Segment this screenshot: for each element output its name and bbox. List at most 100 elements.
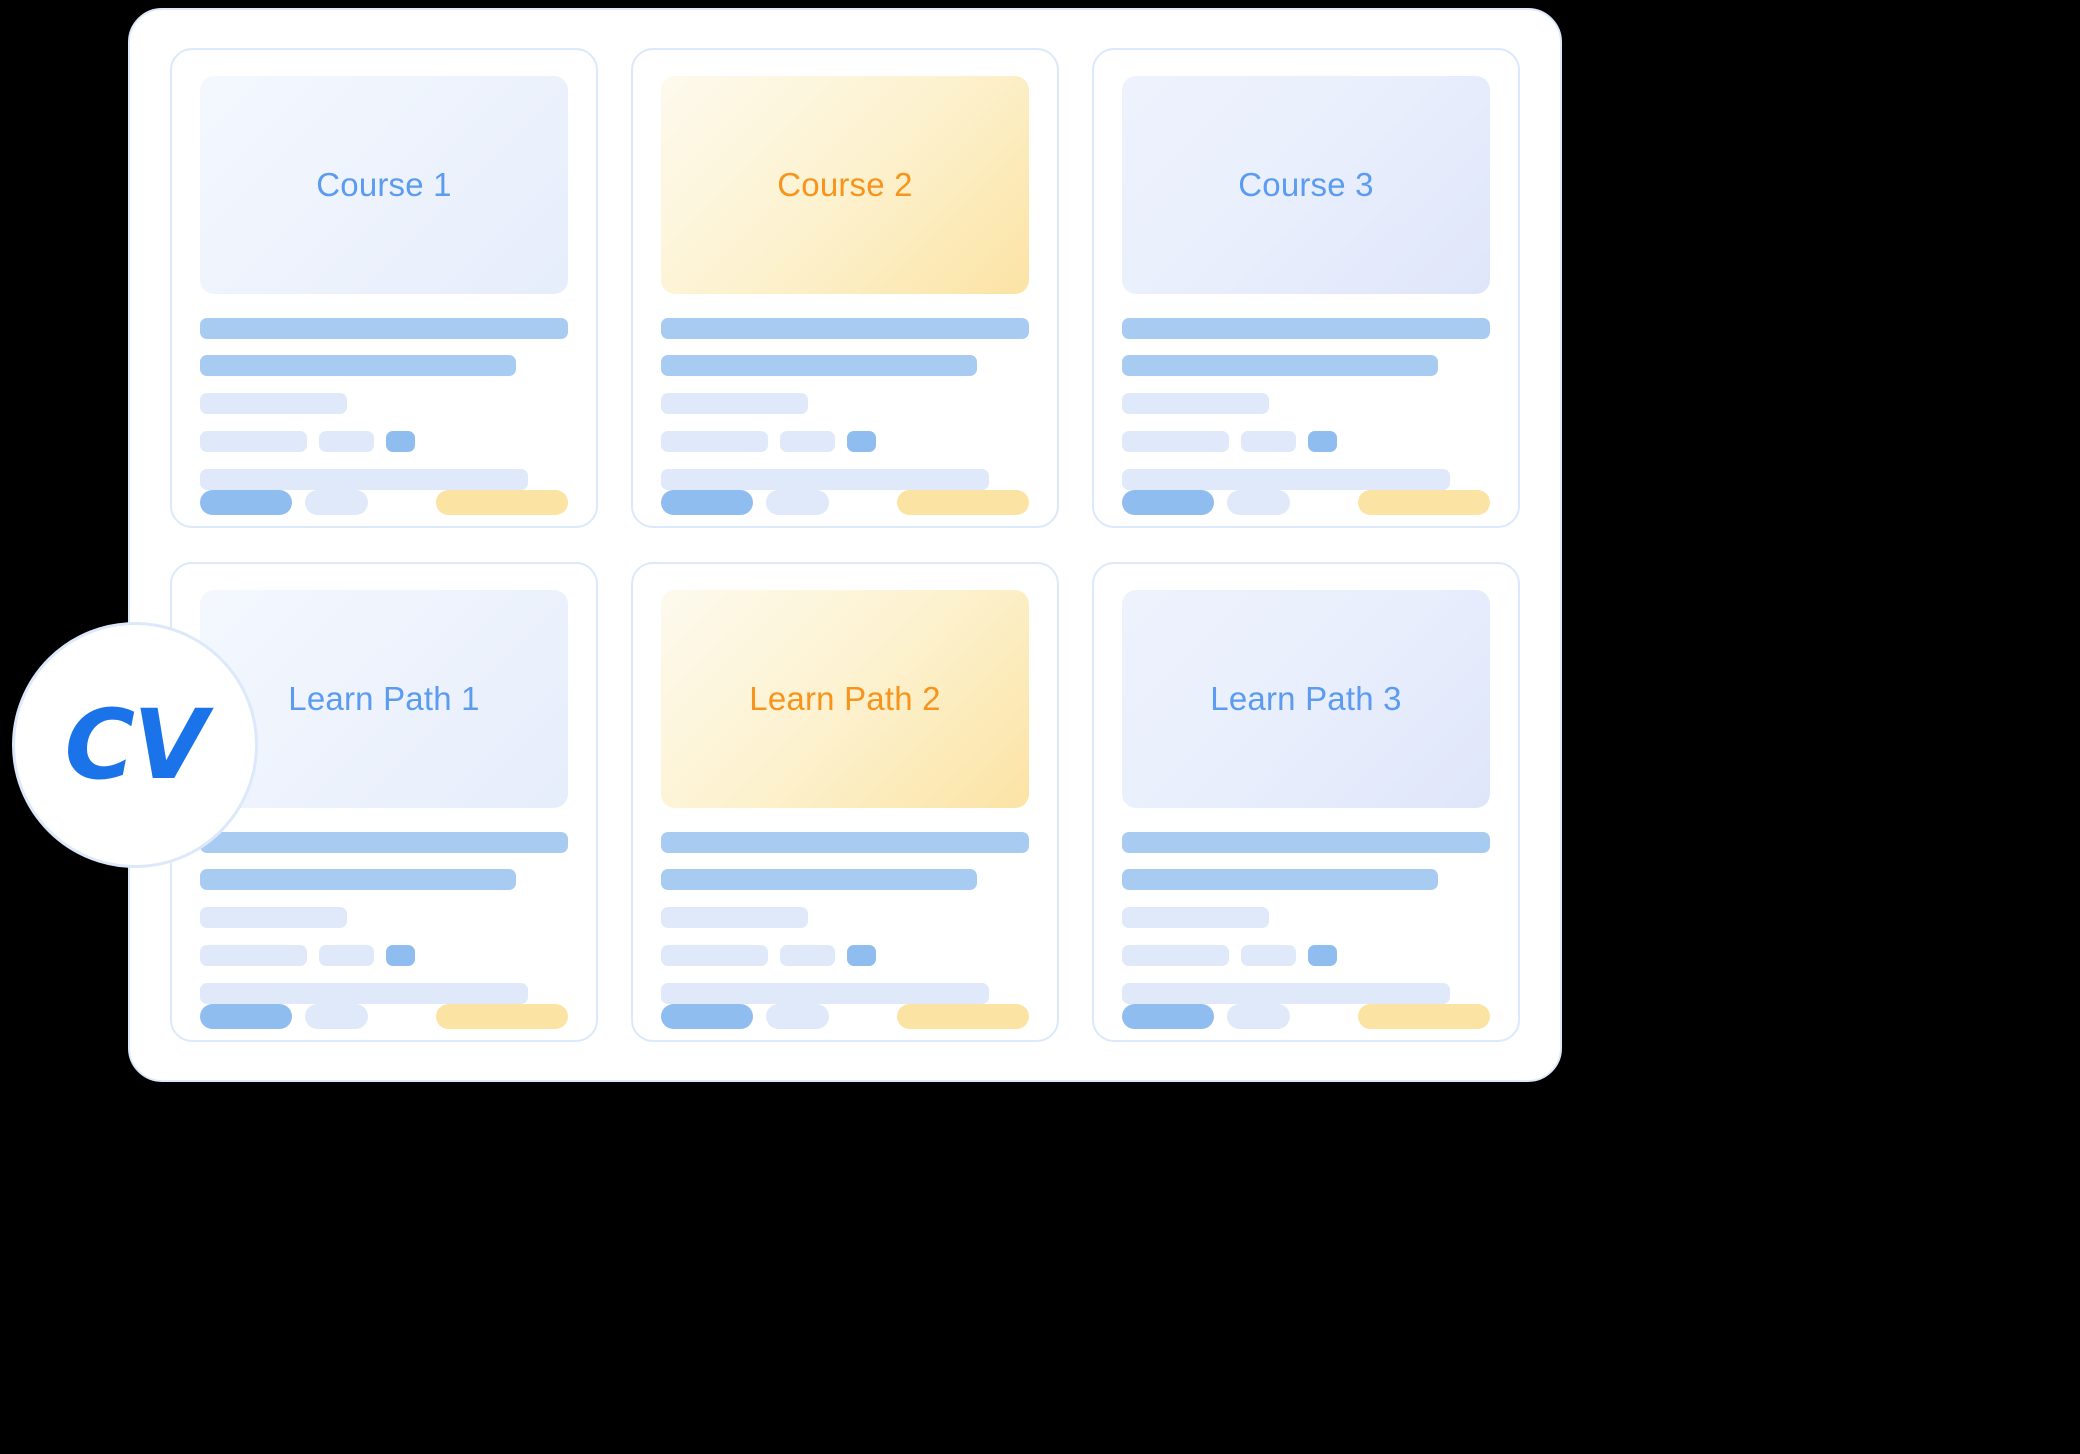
footer-pill-action[interactable] [896, 490, 1029, 515]
skeleton-bar [661, 832, 1029, 853]
skeleton-bar [661, 355, 978, 376]
learning-paths-row: Learn Path 1 Learn Path 2 Learn Path 3 [170, 562, 1520, 1042]
footer-pill-action[interactable] [435, 490, 568, 515]
skeleton-tag [661, 431, 768, 452]
skeleton-bar [661, 869, 978, 890]
skeleton-tag [846, 945, 877, 966]
footer-pill-secondary[interactable] [305, 490, 368, 515]
skeleton-tag-row [200, 945, 568, 966]
skeleton-bar [1122, 469, 1450, 490]
learning-path-thumbnail[interactable]: Learn Path 1 [200, 590, 568, 808]
skeleton-tag-row [1122, 431, 1490, 452]
skeleton-tag [779, 431, 835, 452]
skeleton-tag [200, 431, 307, 452]
skeleton-tag [318, 431, 374, 452]
course-title: Course 3 [1238, 166, 1374, 203]
skeleton-tag [661, 945, 768, 966]
footer-pill-primary[interactable] [1122, 490, 1214, 515]
footer-pill-action[interactable] [1357, 490, 1490, 515]
skeleton-tag [779, 945, 835, 966]
footer-pill-secondary[interactable] [766, 490, 829, 515]
skeleton-tag [846, 431, 877, 452]
course-card[interactable]: Course 2 [631, 48, 1059, 528]
footer-pill-action[interactable] [896, 1004, 1029, 1029]
skeleton-bar [1122, 869, 1439, 890]
skeleton-bar [661, 318, 1029, 339]
skeleton-bar [1122, 832, 1490, 853]
card-skeleton [200, 832, 568, 1029]
footer-pill-primary[interactable] [1122, 1004, 1214, 1029]
skeleton-tag [1307, 945, 1338, 966]
footer-pill-primary[interactable] [200, 1004, 292, 1029]
card-footer [200, 490, 568, 515]
course-title: Course 1 [316, 166, 452, 203]
card-footer [1122, 1004, 1490, 1029]
skeleton-bar [661, 983, 989, 1004]
learning-path-thumbnail[interactable]: Learn Path 3 [1122, 590, 1490, 808]
card-skeleton [1122, 832, 1490, 1029]
skeleton-tag [200, 945, 307, 966]
course-thumbnail[interactable]: Course 1 [200, 76, 568, 294]
learning-path-title: Learn Path 1 [288, 680, 480, 717]
skeleton-bar [1122, 355, 1439, 376]
skeleton-bar [200, 355, 517, 376]
footer-pill-secondary[interactable] [1227, 1004, 1290, 1029]
skeleton-bar [200, 318, 568, 339]
course-thumbnail[interactable]: Course 2 [661, 76, 1029, 294]
skeleton-bar [1122, 393, 1270, 414]
card-footer [661, 490, 1029, 515]
skeleton-tag-row [661, 431, 1029, 452]
card-footer [200, 1004, 568, 1029]
skeleton-bar [1122, 907, 1270, 928]
footer-pill-secondary[interactable] [766, 1004, 829, 1029]
skeleton-bar [661, 393, 809, 414]
footer-pill-primary[interactable] [661, 490, 753, 515]
footer-pill-primary[interactable] [200, 490, 292, 515]
course-title: Course 2 [777, 166, 913, 203]
cv-logo-text: CV [64, 689, 208, 801]
skeleton-tag [385, 431, 416, 452]
card-footer [661, 1004, 1029, 1029]
card-skeleton [661, 832, 1029, 1029]
skeleton-bar [200, 469, 528, 490]
skeleton-bar [661, 907, 809, 928]
learning-path-thumbnail[interactable]: Learn Path 2 [661, 590, 1029, 808]
footer-pill-secondary[interactable] [305, 1004, 368, 1029]
footer-pill-action[interactable] [435, 1004, 568, 1029]
skeleton-tag [1122, 431, 1229, 452]
skeleton-tag-row [200, 431, 568, 452]
skeleton-bar [200, 869, 517, 890]
skeleton-bar [200, 393, 348, 414]
skeleton-tag-row [661, 945, 1029, 966]
skeleton-tag [318, 945, 374, 966]
card-skeleton [661, 318, 1029, 515]
card-skeleton [200, 318, 568, 515]
card-footer [1122, 490, 1490, 515]
course-card[interactable]: Course 3 [1092, 48, 1520, 528]
learning-path-title: Learn Path 3 [1210, 680, 1402, 717]
footer-pill-action[interactable] [1357, 1004, 1490, 1029]
skeleton-tag [1122, 945, 1229, 966]
skeleton-bar [200, 983, 528, 1004]
learning-path-title: Learn Path 2 [749, 680, 941, 717]
brand-logo-badge[interactable]: CV [12, 622, 258, 868]
skeleton-tag [385, 945, 416, 966]
learning-path-card[interactable]: Learn Path 3 [1092, 562, 1520, 1042]
course-card[interactable]: Course 1 [170, 48, 598, 528]
skeleton-bar [200, 907, 348, 928]
skeleton-bar [1122, 983, 1450, 1004]
learning-path-card[interactable]: Learn Path 2 [631, 562, 1059, 1042]
skeleton-bar [1122, 318, 1490, 339]
courses-row: Course 1 Course 2 Course 3 [170, 48, 1520, 528]
skeleton-tag [1307, 431, 1338, 452]
skeleton-bar [661, 469, 989, 490]
screenshot-stage: Course 1 Course 2 Course 3 Learn Path 1 … [0, 0, 2080, 1454]
skeleton-tag [1240, 945, 1296, 966]
footer-pill-secondary[interactable] [1227, 490, 1290, 515]
skeleton-tag-row [1122, 945, 1490, 966]
course-thumbnail[interactable]: Course 3 [1122, 76, 1490, 294]
skeleton-bar [200, 832, 568, 853]
content-panel: Course 1 Course 2 Course 3 Learn Path 1 … [128, 8, 1562, 1082]
footer-pill-primary[interactable] [661, 1004, 753, 1029]
card-skeleton [1122, 318, 1490, 515]
